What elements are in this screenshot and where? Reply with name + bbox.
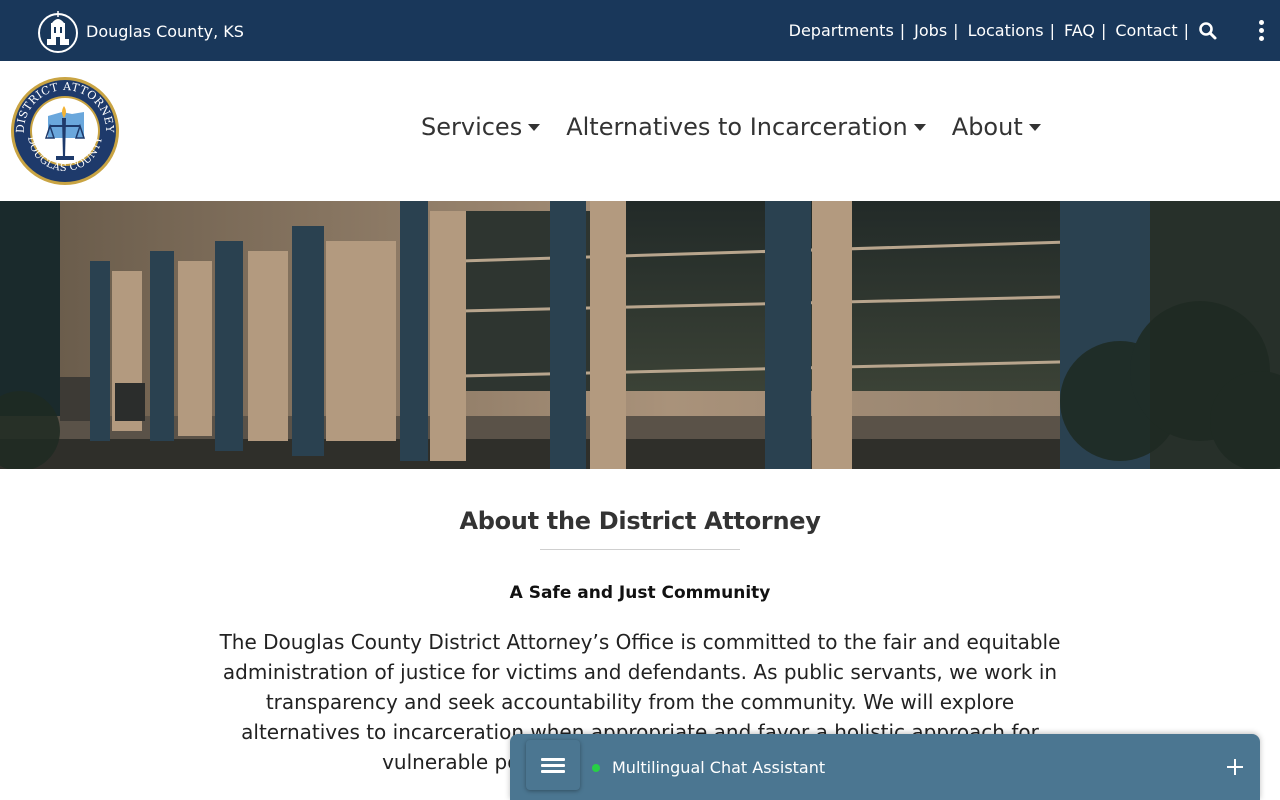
section-subtitle: A Safe and Just Community xyxy=(509,583,771,603)
nav-alternatives-label: Alternatives to Incarceration xyxy=(566,113,908,141)
page-title: About the District Attorney xyxy=(459,507,821,535)
separator: | xyxy=(899,21,906,40)
nav-about[interactable]: About xyxy=(952,113,1041,141)
utility-link-departments[interactable]: Departments xyxy=(789,21,894,40)
chevron-down-icon xyxy=(1028,123,1041,131)
nav-about-label: About xyxy=(951,113,1023,141)
nav-alternatives-to-incarceration[interactable]: Alternatives to Incarceration xyxy=(566,113,926,141)
district-attorney-seal-logo[interactable]: DISTRICT ATTORNEY DOUGLAS COUNTY xyxy=(10,76,120,186)
plus-icon[interactable] xyxy=(1224,756,1246,778)
hamburger-icon[interactable] xyxy=(526,740,580,790)
search-icon[interactable] xyxy=(1198,21,1218,41)
nav-services[interactable]: Services xyxy=(421,113,541,141)
courthouse-icon xyxy=(38,11,78,53)
top-utility-bar: Douglas County, KS Departments | Jobs | … xyxy=(0,0,1280,61)
chat-title: Multilingual Chat Assistant xyxy=(612,758,826,777)
chat-widget-bar[interactable]: Multilingual Chat Assistant xyxy=(510,734,1260,800)
site-home-link[interactable]: Douglas County, KS xyxy=(38,8,244,54)
separator: | xyxy=(1183,21,1189,40)
kebab-menu-icon[interactable] xyxy=(1256,20,1266,42)
chevron-down-icon xyxy=(528,123,541,131)
separator: | xyxy=(1100,21,1107,40)
site-name: Douglas County, KS xyxy=(86,21,244,41)
online-status-dot xyxy=(592,764,600,772)
main-header: DISTRICT ATTORNEY DOUGLAS COUNTY Service… xyxy=(0,61,1280,201)
hero-image xyxy=(0,201,1280,469)
utility-link-jobs[interactable]: Jobs xyxy=(914,21,947,40)
chevron-down-icon xyxy=(913,123,926,131)
title-divider xyxy=(540,549,740,550)
utility-link-faq[interactable]: FAQ xyxy=(1064,21,1095,40)
utility-link-locations[interactable]: Locations xyxy=(968,21,1044,40)
main-nav: Services Alternatives to Incarceration A… xyxy=(421,113,1067,141)
separator: | xyxy=(1049,21,1055,40)
separator: | xyxy=(953,21,959,40)
building-at-night-photo xyxy=(0,201,1280,469)
nav-services-label: Services xyxy=(421,113,523,141)
utility-link-contact[interactable]: Contact xyxy=(1115,21,1177,40)
utility-nav: Departments | Jobs | Locations | FAQ | C… xyxy=(789,0,1218,61)
